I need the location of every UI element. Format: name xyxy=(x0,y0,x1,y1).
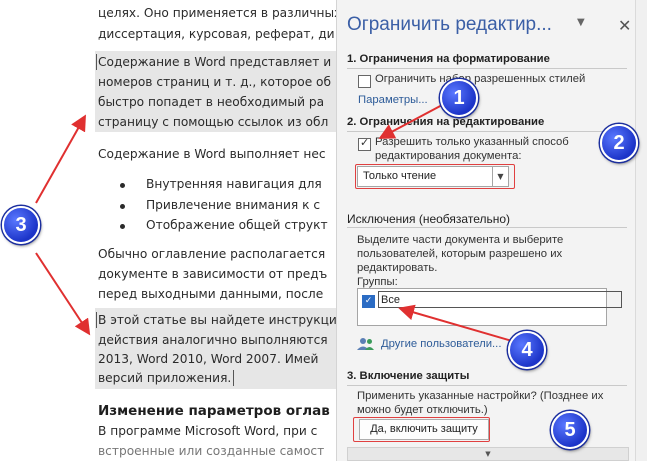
exceptions-title: Исключения (необязательно) xyxy=(347,212,511,226)
badge-3: 3 xyxy=(2,206,40,244)
doc-line: документе в зависимости от предъ xyxy=(98,267,328,281)
dropdown-triangle-icon[interactable]: ▼ xyxy=(577,17,585,28)
highlight-box-button xyxy=(353,417,490,442)
group-everyone-checkbox[interactable]: ✓ xyxy=(362,295,375,308)
other-users-link[interactable]: Другие пользователи... xyxy=(381,338,501,350)
selection-mark xyxy=(233,370,234,386)
doc-line: перед выходными данными, после xyxy=(98,287,324,301)
exceptions-text: пользователей, которым разрешено их xyxy=(357,248,563,260)
doc-line: версий приложения. xyxy=(98,371,232,385)
exceptions-text: редактировать. xyxy=(357,262,438,274)
bullet-item: Привлечение внимания к с xyxy=(146,198,321,212)
pane-title: Ограничить редактир... xyxy=(347,14,552,35)
close-icon[interactable]: ✕ xyxy=(618,16,631,35)
selection-mark xyxy=(96,54,97,70)
protection-text: Применить указанные настройки? (Позднее … xyxy=(357,390,604,402)
restrict-styles-checkbox[interactable] xyxy=(358,75,371,88)
doc-line: действия аналогично выполняются xyxy=(98,333,328,347)
badge-5: 5 xyxy=(551,411,589,449)
doc-line: быстро попадет в необходимый ра xyxy=(98,95,325,109)
divider xyxy=(347,131,627,132)
protection-text: можно будет отключить.) xyxy=(357,404,488,416)
highlight-box-select xyxy=(355,164,515,189)
bullet-icon xyxy=(120,224,125,229)
group-everyone-item[interactable]: Все xyxy=(378,291,622,308)
section-protection-title: 3. Включение защиты xyxy=(347,370,470,382)
doc-line: Обычно оглавление располагается xyxy=(98,247,326,261)
allow-editing-checkbox[interactable] xyxy=(358,136,371,151)
pane-scroll-bar[interactable]: ▼ xyxy=(347,447,629,461)
badge-4: 4 xyxy=(508,331,546,369)
document-area[interactable]: целях. Оно применяется в различных диссе… xyxy=(0,0,336,461)
badge-2: 2 xyxy=(600,124,638,162)
exceptions-text: Выделите части документа и выберите xyxy=(357,234,564,246)
doc-line: целях. Оно применяется в различных xyxy=(98,6,336,20)
divider xyxy=(347,227,627,228)
groups-list[interactable]: ✓ Все xyxy=(357,288,622,326)
doc-line: Содержание в Word представляет и xyxy=(98,55,332,69)
section-editing-title: 2. Ограничения на редактирование xyxy=(347,116,545,128)
doc-line: 2013, Word 2010, Word 2007. Имей xyxy=(98,352,319,366)
restrict-styles-label: Ограничить набор разрешенных стилей xyxy=(375,73,586,85)
bullet-item: Внутренняя навигация для xyxy=(146,177,322,191)
groups-label: Группы: xyxy=(357,276,398,288)
doc-line: номеров страниц и т. д., которое об xyxy=(98,75,332,89)
settings-link[interactable]: Параметры... xyxy=(358,94,428,106)
bullet-icon xyxy=(120,204,125,209)
doc-line: встроенные или созданные самост xyxy=(98,444,325,458)
doc-heading: Изменение параметров оглав xyxy=(98,403,330,419)
section-formatting-title: 1. Ограничения на форматирование xyxy=(347,53,550,65)
users-icon xyxy=(357,338,374,350)
scroll-down-icon[interactable]: ▼ xyxy=(485,450,490,458)
doc-line: В этой статье вы найдете инструкци xyxy=(98,313,336,327)
doc-line: Содержание в Word выполняет нес xyxy=(98,147,326,161)
restrict-editing-pane: Ограничить редактир... ▼ ✕ 1. Ограничени… xyxy=(336,0,636,461)
selection-mark xyxy=(96,312,97,328)
bullet-icon xyxy=(120,183,125,188)
allow-editing-label-2: редактирования документа: xyxy=(375,150,522,162)
document-scrollbar[interactable] xyxy=(635,0,647,461)
doc-line: В программе Microsoft Word, при с xyxy=(98,424,318,438)
divider xyxy=(347,385,627,386)
badge-1: 1 xyxy=(440,79,478,117)
bullet-item: Отображение общей структ xyxy=(146,218,328,232)
doc-line: страницу с помощью ссылок из обл xyxy=(98,115,329,129)
divider xyxy=(347,68,627,69)
doc-line: диссертация, курсовая, реферат, ди xyxy=(98,27,335,41)
allow-editing-label: Разрешить только указанный способ xyxy=(375,136,569,148)
